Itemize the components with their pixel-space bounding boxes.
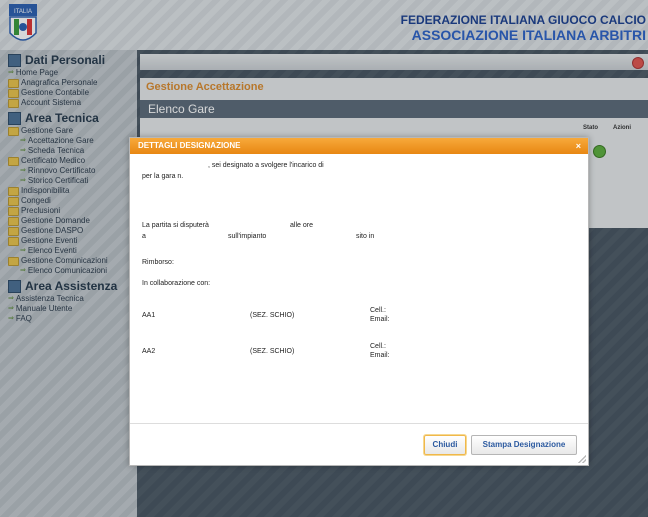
dialog-title-bar[interactable]: DETTAGLI DESIGNAZIONE × <box>130 138 588 154</box>
a-label: a <box>142 233 146 240</box>
ore-label: alle ore <box>290 222 313 229</box>
sito-label: sito in <box>356 233 375 240</box>
designato-text: , sei designato a svolgere l'incarico di <box>208 162 324 169</box>
assistant-1-role: AA1 <box>142 312 156 319</box>
designation-dialog: DETTAGLI DESIGNAZIONE × , sei designato … <box>129 137 589 466</box>
close-button[interactable]: Chiudi <box>424 435 466 455</box>
collab-label: In collaborazione con: <box>142 280 211 287</box>
print-designation-button[interactable]: Stampa Designazione <box>471 435 577 455</box>
assistant-2-email: Email: <box>370 352 390 359</box>
resize-grip-icon[interactable] <box>578 455 586 463</box>
assistant-1-email: Email: <box>370 316 390 323</box>
assistant-2-section: (SEZ. SCHIO) <box>250 348 295 355</box>
impianto-label: sull'impianto <box>228 233 267 240</box>
dialog-title: DETTAGLI DESIGNAZIONE <box>138 141 241 150</box>
close-icon[interactable]: × <box>576 138 581 154</box>
assistant-2-cell: Cell.: <box>370 343 386 350</box>
dialog-button-row: Chiudi Stampa Designazione <box>130 423 588 466</box>
partita-label: La partita si disputerà <box>142 222 209 229</box>
gara-label: per la gara n. <box>142 173 184 180</box>
assistant-2-role: AA2 <box>142 348 156 355</box>
assistant-1-section: (SEZ. SCHIO) <box>250 312 295 319</box>
rimborso-label: Rimborso: <box>142 259 174 266</box>
assistant-1-cell: Cell.: <box>370 307 386 314</box>
